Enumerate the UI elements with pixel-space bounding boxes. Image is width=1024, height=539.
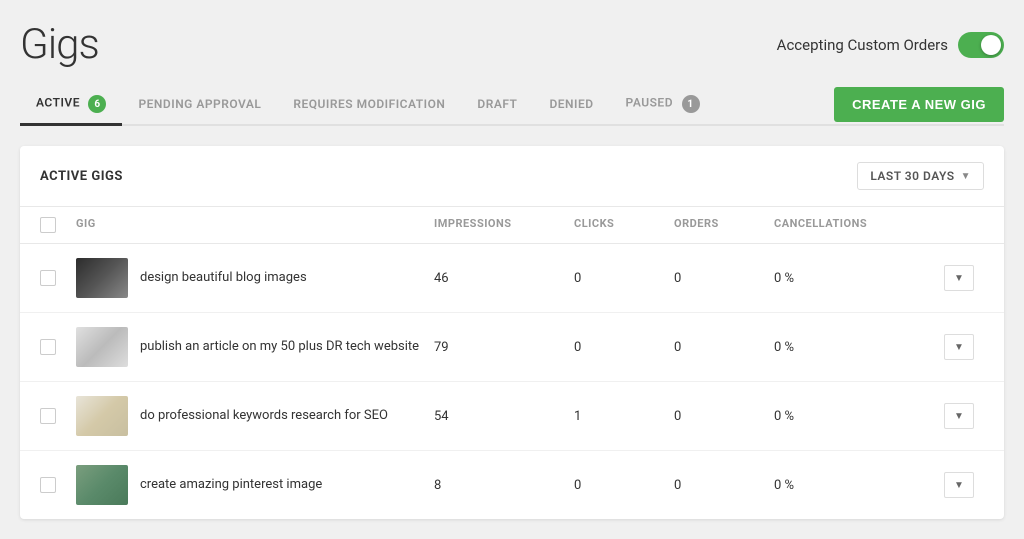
row-3-impressions: 54 (434, 409, 574, 424)
tabs-list: ACTIVE 6 PENDING APPROVAL REQUIRES MODIF… (20, 85, 716, 124)
tab-active-label: ACTIVE (36, 96, 80, 110)
row-3-dropdown-button[interactable]: ▼ (944, 403, 974, 429)
select-all-checkbox[interactable] (40, 217, 76, 233)
row-4-clicks: 0 (574, 478, 674, 493)
tab-draft-label: DRAFT (477, 97, 517, 111)
row-1-action: ▼ (934, 265, 984, 291)
tab-active[interactable]: ACTIVE 6 (20, 85, 122, 126)
date-filter-label: LAST 30 DAYS (870, 169, 954, 183)
row-4-action: ▼ (934, 472, 984, 498)
row-2-impressions: 79 (434, 340, 574, 355)
accepting-label: Accepting Custom Orders (777, 36, 948, 54)
row-4-cancellations: 0 % (774, 478, 934, 493)
row-4-gig-name: create amazing pinterest image (140, 476, 322, 494)
tab-pending[interactable]: PENDING APPROVAL (122, 87, 277, 124)
card-header: ACTIVE GIGS LAST 30 DAYS ▼ (20, 146, 1004, 207)
table-row: design beautiful blog images 46 0 0 0 % … (20, 244, 1004, 313)
row-4-checkbox[interactable] (40, 477, 56, 493)
accepting-orders-section: Accepting Custom Orders (777, 32, 1004, 58)
toggle-knob (981, 35, 1001, 55)
tab-paused[interactable]: PAUSED 1 (610, 85, 716, 126)
table-header: GIG IMPRESSIONS CLICKS ORDERS CANCELLATI… (20, 207, 1004, 244)
row-1-cancellations: 0 % (774, 271, 934, 286)
tab-pending-label: PENDING APPROVAL (138, 97, 261, 111)
row-4-impressions: 8 (434, 478, 574, 493)
page-title: Gigs (20, 20, 99, 69)
row-1-clicks: 0 (574, 271, 674, 286)
tab-paused-badge: 1 (682, 95, 700, 113)
tab-requires-label: REQUIRES MODIFICATION (293, 97, 445, 111)
row-3-clicks: 1 (574, 409, 674, 424)
row-3-gig-name: do professional keywords research for SE… (140, 407, 388, 425)
col-impressions: IMPRESSIONS (434, 217, 574, 233)
row-1-impressions: 46 (434, 271, 574, 286)
create-new-gig-button[interactable]: CREATE A NEW GIG (834, 87, 1004, 122)
row-3-checkbox[interactable] (40, 408, 56, 424)
row-2-thumbnail (76, 327, 128, 367)
active-gigs-title: ACTIVE GIGS (40, 169, 123, 184)
col-orders: ORDERS (674, 217, 774, 233)
tab-denied[interactable]: DENIED (533, 87, 609, 124)
table-row: publish an article on my 50 plus DR tech… (20, 313, 1004, 382)
row-3-orders: 0 (674, 409, 774, 424)
row-3-action: ▼ (934, 403, 984, 429)
row-1-gig-name: design beautiful blog images (140, 269, 307, 287)
row-1-thumbnail (76, 258, 128, 298)
main-card: ACTIVE GIGS LAST 30 DAYS ▼ GIG IMPRESSIO… (20, 146, 1004, 519)
row-2-gig-cell: publish an article on my 50 plus DR tech… (76, 327, 434, 367)
row-1-gig-cell: design beautiful blog images (76, 258, 434, 298)
date-filter-dropdown[interactable]: LAST 30 DAYS ▼ (857, 162, 984, 190)
tab-denied-label: DENIED (549, 97, 593, 111)
header-checkbox-box[interactable] (40, 217, 56, 233)
tabs-row: ACTIVE 6 PENDING APPROVAL REQUIRES MODIF… (20, 85, 1004, 126)
table-row: create amazing pinterest image 8 0 0 0 %… (20, 451, 1004, 519)
row-1-dropdown-button[interactable]: ▼ (944, 265, 974, 291)
table-row: do professional keywords research for SE… (20, 382, 1004, 451)
col-gig: GIG (76, 217, 434, 233)
row-2-orders: 0 (674, 340, 774, 355)
row-1-checkbox[interactable] (40, 270, 56, 286)
row-2-checkbox[interactable] (40, 339, 56, 355)
row-4-orders: 0 (674, 478, 774, 493)
col-clicks: CLICKS (574, 217, 674, 233)
row-2-dropdown-button[interactable]: ▼ (944, 334, 974, 360)
row-4-gig-cell: create amazing pinterest image (76, 465, 434, 505)
row-2-gig-name: publish an article on my 50 plus DR tech… (140, 338, 419, 356)
page-container: Gigs Accepting Custom Orders ACTIVE 6 PE… (20, 20, 1004, 519)
row-3-gig-cell: do professional keywords research for SE… (76, 396, 434, 436)
row-1-orders: 0 (674, 271, 774, 286)
tab-paused-label: PAUSED (626, 96, 673, 110)
top-header: Gigs Accepting Custom Orders (20, 20, 1004, 69)
row-4-thumbnail (76, 465, 128, 505)
tab-draft[interactable]: DRAFT (461, 87, 533, 124)
row-3-cancellations: 0 % (774, 409, 934, 424)
row-3-thumbnail (76, 396, 128, 436)
row-2-cancellations: 0 % (774, 340, 934, 355)
row-2-action: ▼ (934, 334, 984, 360)
chevron-down-icon: ▼ (961, 171, 971, 182)
tab-requires[interactable]: REQUIRES MODIFICATION (277, 87, 461, 124)
col-cancellations: CANCELLATIONS (774, 217, 934, 233)
row-4-dropdown-button[interactable]: ▼ (944, 472, 974, 498)
accepting-orders-toggle[interactable] (958, 32, 1004, 58)
tab-active-badge: 6 (88, 95, 106, 113)
row-2-clicks: 0 (574, 340, 674, 355)
